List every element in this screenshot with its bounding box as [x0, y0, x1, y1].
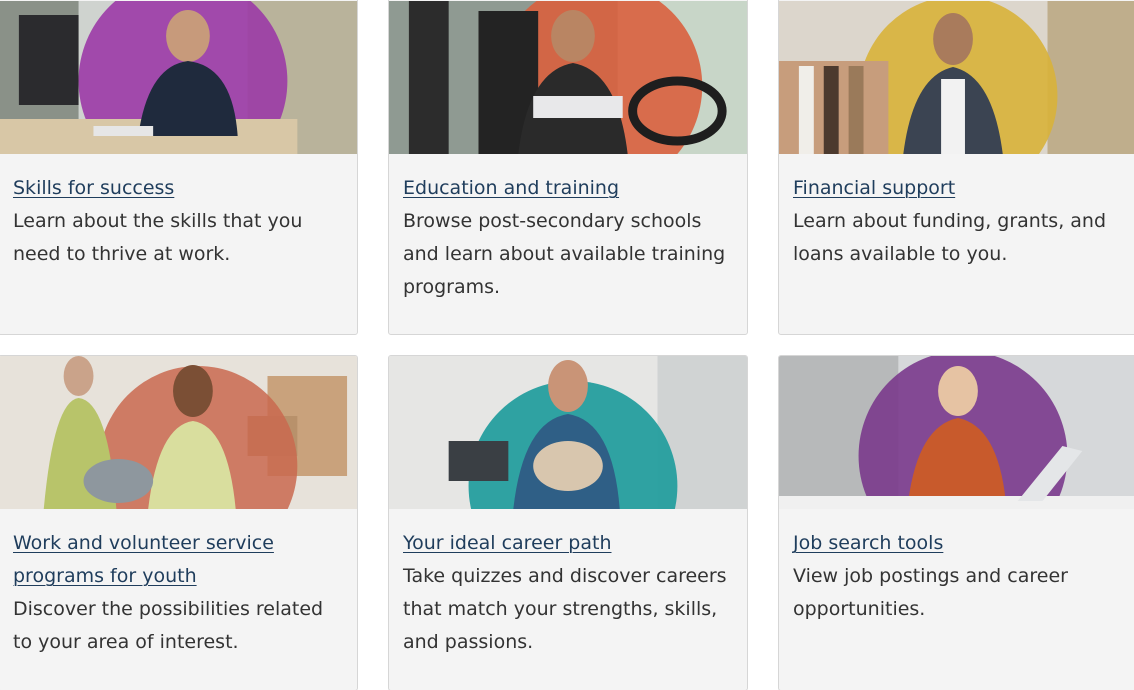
card-title-link[interactable]: Work and volunteer service programs for … [13, 527, 343, 593]
card-title-link[interactable]: Job search tools [793, 527, 1123, 560]
card-photo [389, 1, 747, 154]
card-description: Discover the possibilities related to yo… [13, 598, 324, 653]
card-title-link[interactable]: Financial support [793, 172, 1123, 205]
card-grid: Skills for success Learn about the skill… [0, 0, 1134, 690]
card-skills-for-success: Skills for success Learn about the skill… [0, 0, 358, 335]
card-work-and-volunteer-service: Work and volunteer service programs for … [0, 355, 358, 690]
card-photo [0, 356, 357, 509]
card-financial-support: Financial support Learn about funding, g… [778, 0, 1134, 335]
card-description: Learn about the skills that you need to … [13, 210, 303, 265]
card-title-link[interactable]: Skills for success [13, 172, 343, 205]
card-description: View job postings and career opportuniti… [793, 565, 1068, 620]
card-photo [779, 1, 1134, 154]
card-job-search-tools: Job search tools View job postings and c… [778, 355, 1134, 690]
photo-bus-driver [389, 1, 747, 154]
card-description: Browse post-secondary schools and learn … [403, 210, 726, 298]
card-photo [389, 356, 747, 509]
card-photo [0, 1, 357, 154]
card-description: Learn about funding, grants, and loans a… [793, 210, 1107, 265]
photo-volunteers-sorting-clothes [0, 356, 357, 509]
card-education-and-training: Education and training Browse post-secon… [388, 0, 748, 335]
photo-office-worker-at-desk [0, 1, 357, 154]
card-description: Take quizzes and discover careers that m… [403, 565, 727, 653]
photo-woman-with-laptop [779, 356, 1134, 509]
card-photo [779, 356, 1134, 509]
photo-retail-worker [779, 1, 1134, 154]
card-title-link[interactable]: Your ideal career path [403, 527, 733, 560]
photo-veterinarian-with-dog [389, 356, 747, 509]
card-your-ideal-career-path: Your ideal career path Take quizzes and … [388, 355, 748, 690]
card-title-link[interactable]: Education and training [403, 172, 733, 205]
